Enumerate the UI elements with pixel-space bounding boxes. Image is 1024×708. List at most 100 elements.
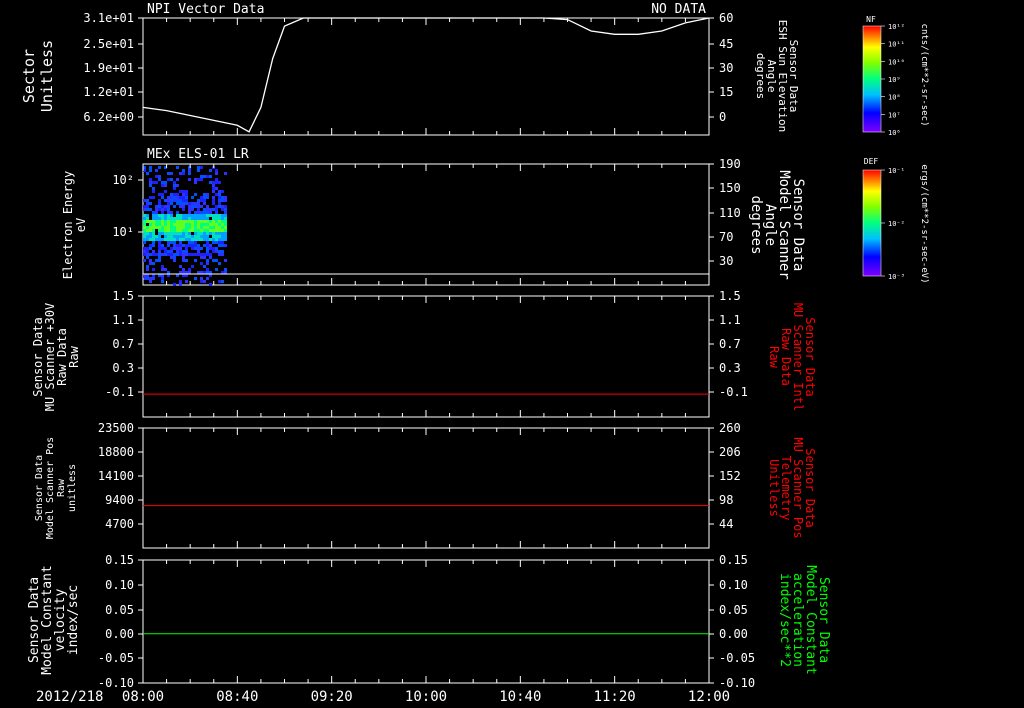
spectrogram-pixel [218, 280, 221, 283]
spectrogram-pixel [221, 205, 224, 208]
spectrogram-pixel [161, 253, 164, 256]
spectrogram-pixel [203, 280, 206, 283]
spectrogram-pixel [146, 247, 149, 250]
spectrogram-pixel [218, 214, 221, 217]
spectrogram-pixel [155, 220, 158, 223]
spectrogram-pixel [188, 217, 191, 220]
spectrogram-pixel [212, 238, 215, 241]
spectrogram-pixel [161, 181, 164, 184]
spectrogram-pixel [200, 229, 203, 232]
spectrogram-pixel [197, 235, 200, 238]
spectrogram-pixel [215, 214, 218, 217]
y-tick-label-right: 15 [719, 85, 733, 99]
spectrogram-pixel [209, 238, 212, 241]
panel-2-title: MEx ELS-01 LR [147, 147, 249, 162]
spectrogram-pixel [197, 220, 200, 223]
spectrogram-pixel [203, 265, 206, 268]
spectrogram-pixel [158, 220, 161, 223]
spectrogram-pixel [146, 238, 149, 241]
colorbar-def-ticks: 10⁻¹ 10⁻² 10⁻³ [881, 167, 905, 281]
panel-2: MEx ELS-01 LR 10² 10¹ 190 150 110 70 30 Elect… [61, 147, 806, 286]
spectrogram-pixel [158, 199, 161, 202]
spectrogram-pixel [161, 193, 164, 196]
spectrogram-pixel [224, 199, 227, 202]
spectrogram-pixel [194, 202, 197, 205]
panel-5-left-ticks: 0.15 0.10 0.05 0.00 -0.05 -0.10 [98, 553, 143, 690]
spectrogram-pixel [155, 259, 158, 262]
colorbar-nf-scale [862, 25, 882, 133]
spectrogram-pixel [188, 226, 191, 229]
spectrogram-pixel [149, 169, 152, 172]
spectrogram-pixel [146, 277, 149, 280]
spectrogram-pixel [146, 232, 149, 235]
spectrogram-pixel [197, 214, 200, 217]
svg-text:index/sec**2: index/sec**2 [777, 573, 792, 667]
spectrogram-pixel [173, 229, 176, 232]
spectrogram-pixel [173, 187, 176, 190]
spectrogram-pixel [182, 235, 185, 238]
spectrogram-pixel [149, 259, 152, 262]
spectrogram-pixel [164, 220, 167, 223]
spectrogram-pixel [167, 178, 170, 181]
spectrogram-pixel [218, 196, 221, 199]
spectrogram-pixel [143, 238, 146, 241]
panel-5: 0.150.100.050.00-0.05-0.10 0.150.100.050… [27, 553, 831, 690]
spectrogram-pixel [224, 235, 227, 238]
spectrogram-pixel [212, 232, 215, 235]
spectrogram-pixel [176, 229, 179, 232]
spectrogram-pixel [221, 253, 224, 256]
spectrogram-pixel [176, 223, 179, 226]
y-tick-label-right: 98 [719, 493, 733, 507]
spectrogram-pixel [146, 217, 149, 220]
spectrogram-pixel [179, 202, 182, 205]
colorbar-def-scale [862, 169, 882, 277]
spectrogram-pixel [170, 253, 173, 256]
svg-text:Raw: Raw [67, 345, 81, 367]
spectrogram-pixel [161, 280, 164, 283]
spectrogram-pixel [215, 193, 218, 196]
spectrogram-pixel [167, 238, 170, 241]
spectrogram-pixel [149, 226, 152, 229]
spectrogram-pixel [185, 232, 188, 235]
spectrogram-pixel [185, 253, 188, 256]
y-tick-label-right: 0.05 [719, 603, 748, 617]
spectrogram-pixel [179, 280, 182, 283]
spectrogram-pixel [218, 238, 221, 241]
y-tick-label-left: 1.2e+01 [83, 85, 134, 99]
spectrogram-pixel [215, 178, 218, 181]
spectrogram-pixel [203, 175, 206, 178]
spectrogram-pixel [191, 220, 194, 223]
spectrogram-pixel [194, 232, 197, 235]
spectrogram-pixel [188, 241, 191, 244]
spectrogram-pixel [149, 262, 152, 265]
spectrogram-pixel [173, 223, 176, 226]
spectrogram-pixel [167, 172, 170, 175]
spectrogram-pixel [221, 280, 224, 283]
panel-3-right-ticks: 1.5 1.1 0.7 0.3 -0.1 [142, 289, 748, 417]
spectrogram-pixel [164, 226, 167, 229]
spectrogram-pixel [197, 238, 200, 241]
spectrogram-pixel [215, 217, 218, 220]
spectrogram-pixel [200, 280, 203, 283]
spectrogram-pixel [164, 184, 167, 187]
spectrogram-pixel [167, 205, 170, 208]
spectrogram-pixel [224, 196, 227, 199]
y-tick-label-left: 3.1e+01 [83, 11, 134, 25]
spectrogram-pixel [179, 223, 182, 226]
colorbar-tick-label: 10⁸ [888, 94, 901, 102]
spectrogram-pixel [179, 247, 182, 250]
spectrogram-pixel [194, 223, 197, 226]
spectrogram-pixel [212, 235, 215, 238]
spectrogram-pixel [161, 226, 164, 229]
spectrogram-pixel [173, 217, 176, 220]
spectrogram-pixel [191, 238, 194, 241]
spectrogram-pixel [224, 214, 227, 217]
spectrogram-pixel [194, 277, 197, 280]
spectrogram-pixel [212, 214, 215, 217]
spectrogram-pixel [161, 196, 164, 199]
spectrogram-pixel [191, 205, 194, 208]
spectrogram-pixel [152, 223, 155, 226]
spectrogram-pixel [185, 217, 188, 220]
spectrogram-pixel [176, 217, 179, 220]
panel-5-ylabel: Sensor Data Model Constant velocity inde… [27, 565, 81, 675]
